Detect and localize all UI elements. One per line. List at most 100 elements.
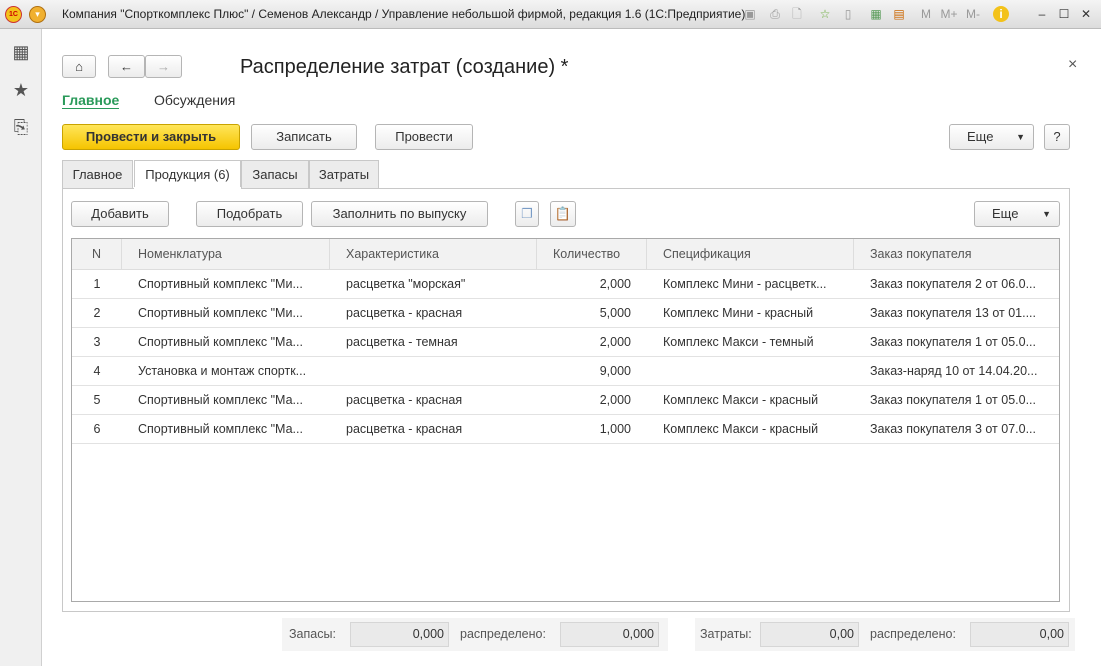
table-row[interactable]: 6 Спортивный комплекс "Ма... расцветка - к… (72, 415, 1059, 444)
calendar-icon[interactable]: ▤ (891, 6, 907, 22)
cell-nomenclature: Спортивный комплекс "Ма... (138, 335, 303, 349)
cell-quantity: 2,000 (599, 277, 631, 291)
more-button[interactable]: Еще ▼ (949, 124, 1034, 150)
stock-value: 0,000 (350, 622, 449, 647)
stock-distributed-label: распределено: (460, 627, 546, 641)
bookmark-icon[interactable]: ▯ (840, 6, 856, 22)
arrow-right-icon: → (157, 59, 170, 74)
cell-specification: Комплекс Макси - красный (663, 393, 819, 407)
post-button[interactable]: Провести (375, 124, 473, 150)
cell-n: 5 (93, 393, 101, 407)
tab-joiner (134, 187, 241, 190)
arrow-left-icon: ← (120, 59, 133, 74)
cell-specification: Комплекс Мини - красный (663, 306, 814, 320)
cell-customer-order: Заказ покупателя 1 от 05.0... (870, 335, 1036, 349)
fill-by-output-button[interactable]: Заполнить по выпуску (311, 201, 488, 227)
memory-plus-button[interactable]: M+ (938, 6, 960, 22)
cell-specification: Комплекс Макси - красный (663, 422, 819, 436)
stock-distributed-value: 0,000 (560, 622, 659, 647)
home-button[interactable]: ⌂ (62, 55, 96, 78)
window-title: Компания "Спорткомплекс Плюс" / Семенов … (62, 7, 746, 21)
cell-specification: Комплекс Мини - расцветк... (663, 277, 827, 291)
cell-customer-order: Заказ покупателя 2 от 06.0... (870, 277, 1036, 291)
column-header-n[interactable]: N (72, 239, 122, 270)
cell-customer-order: Заказ-наряд 10 от 14.04.20... (870, 364, 1038, 378)
home-icon: ⌂ (75, 59, 83, 74)
cell-quantity: 2,000 (599, 335, 631, 349)
minimize-icon[interactable]: – (1034, 6, 1050, 22)
favorite-icon[interactable]: ☆ (817, 6, 833, 22)
sidebar: ▦ ★ ⎘ (0, 29, 42, 666)
cell-nomenclature: Спортивный комплекс "Ми... (138, 277, 303, 291)
memory-m-button[interactable]: M (918, 6, 934, 22)
sections-grid-icon[interactable]: ▦ (10, 42, 32, 64)
cell-characteristic: расцветка - темная (346, 335, 458, 349)
post-and-close-button[interactable]: Провести и закрыть (62, 124, 240, 150)
tab-stock[interactable]: Запасы (241, 160, 309, 188)
calculator-icon[interactable]: ▦ (868, 6, 884, 22)
cell-customer-order: Заказ покупателя 13 от 01.... (870, 306, 1036, 320)
close-form-icon[interactable]: × (1068, 56, 1077, 74)
more-label: Еще (992, 206, 1019, 221)
products-table[interactable]: N Номенклатура Характеристика Количество Спе… (71, 238, 1060, 602)
print-icon[interactable]: ⎙ (767, 6, 783, 22)
cell-n: 3 (93, 335, 101, 349)
costs-distributed-label: распределено: (870, 627, 956, 641)
save-icon[interactable]: ▣ (742, 6, 758, 22)
pick-button[interactable]: Подобрать (196, 201, 303, 227)
memory-minus-button[interactable]: M- (962, 6, 984, 22)
cell-characteristic (330, 357, 537, 386)
cell-characteristic: расцветка "морская" (346, 277, 466, 291)
table-row[interactable]: 4 Установка и монтаж спортк... 9,000 Заказ-… (72, 357, 1059, 386)
table-row[interactable]: 3 Спортивный комплекс "Ма... расцветка - т… (72, 328, 1059, 357)
dropdown-arrow-icon: ▼ (1042, 209, 1051, 219)
cell-quantity: 2,000 (599, 393, 631, 407)
table-row[interactable]: 1 Спортивный комплекс "Ми... расцветка "мо… (72, 270, 1059, 299)
favorites-star-icon[interactable]: ★ (10, 80, 32, 102)
main-menu-icon[interactable]: ▾ (29, 6, 46, 23)
add-button[interactable]: Добавить (71, 201, 169, 227)
info-icon[interactable]: i (993, 6, 1009, 22)
cell-nomenclature: Спортивный комплекс "Ма... (138, 422, 303, 436)
table-row[interactable]: 2 Спортивный комплекс "Ми... расцветка - к… (72, 299, 1059, 328)
nav-link-main[interactable]: Главное (62, 92, 120, 109)
history-icon[interactable]: ⎘ (10, 117, 32, 139)
cell-n: 1 (93, 277, 101, 291)
tab-costs[interactable]: Затраты (309, 160, 379, 188)
tab-products[interactable]: Продукция (6) (134, 160, 241, 190)
close-window-icon[interactable]: ✕ (1078, 6, 1094, 22)
cell-specification (647, 357, 854, 386)
column-header-specification[interactable]: Спецификация (647, 239, 854, 270)
save-button[interactable]: Записать (251, 124, 357, 150)
costs-distributed-value: 0,00 (970, 622, 1069, 647)
table-more-button[interactable]: Еще ▼ (974, 201, 1060, 227)
cell-n: 6 (93, 422, 101, 436)
tab-main[interactable]: Главное (62, 160, 133, 188)
column-header-quantity[interactable]: Количество (537, 239, 647, 270)
copy-icon: ❐ (521, 206, 533, 221)
copy-button[interactable]: ❐ (515, 201, 539, 227)
column-header-characteristic[interactable]: Характеристика (330, 239, 537, 270)
maximize-icon[interactable]: ☐ (1056, 6, 1072, 22)
column-header-customer-order[interactable]: Заказ покупателя (854, 239, 1059, 270)
page-title: Распределение затрат (создание) * (240, 56, 569, 78)
stock-label: Запасы: (289, 627, 336, 641)
back-button[interactable]: ← (108, 55, 145, 78)
cell-characteristic: расцветка - красная (346, 306, 463, 320)
cell-characteristic: расцветка - красная (346, 393, 463, 407)
cell-nomenclature: Спортивный комплекс "Ма... (138, 393, 303, 407)
paste-button[interactable]: 📋 (550, 201, 576, 227)
paste-icon: 📋 (554, 206, 572, 221)
table-row[interactable]: 5 Спортивный комплекс "Ма... расцветка - к… (72, 386, 1059, 415)
forward-button[interactable]: → (145, 55, 182, 78)
cell-n: 2 (93, 306, 101, 320)
title-bar: 1С ▾ Компания "Спорткомплекс Плюс" / Сем… (0, 0, 1101, 29)
preview-icon[interactable]: 🗋 (789, 6, 805, 22)
help-button[interactable]: ? (1044, 124, 1070, 150)
cell-n: 4 (93, 364, 101, 378)
nav-link-discussions[interactable]: Обсуждения (154, 92, 235, 108)
cell-quantity: 9,000 (599, 364, 631, 378)
column-header-nomenclature[interactable]: Номенклатура (122, 239, 330, 270)
cell-customer-order: Заказ покупателя 3 от 07.0... (870, 422, 1036, 436)
cell-specification: Комплекс Макси - темный (663, 335, 814, 349)
